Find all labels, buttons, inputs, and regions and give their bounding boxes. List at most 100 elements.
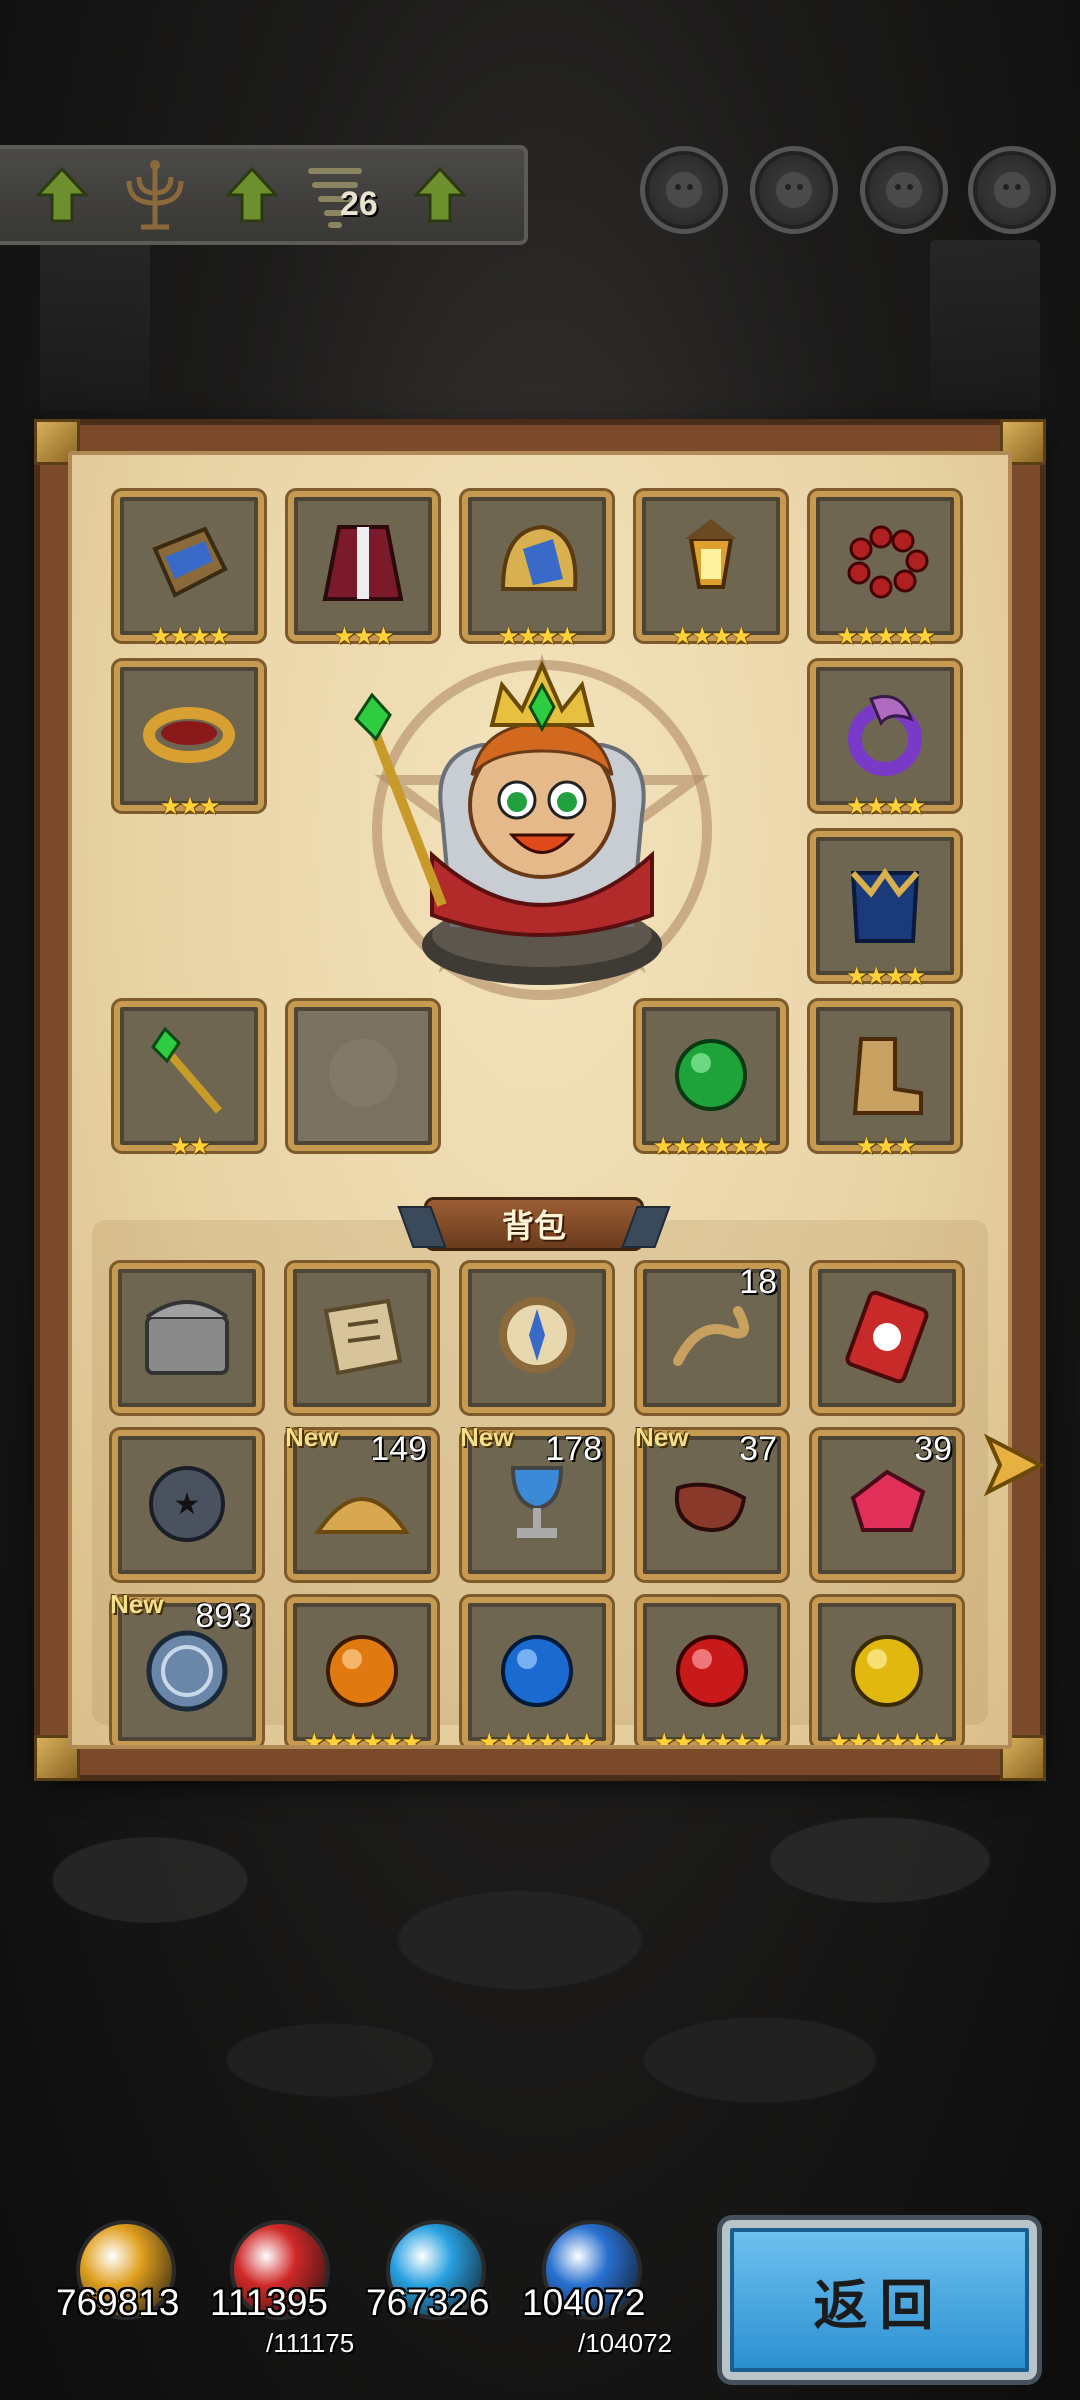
equipment-slot-emerald-scepter[interactable]: ★★ bbox=[114, 1001, 264, 1159]
bag-slot-red-gem[interactable]: ★★★★★★ bbox=[637, 1597, 787, 1749]
item-count: 149 bbox=[370, 1430, 427, 1468]
bag-slot-red-crystal[interactable]: 39 bbox=[812, 1430, 962, 1580]
back-button[interactable]: 返回 bbox=[722, 2220, 1037, 2380]
bag-slot-seed-packet[interactable] bbox=[812, 1263, 962, 1413]
star-rating: ★★★★★★ bbox=[478, 1728, 597, 1749]
energy-max: /104072 bbox=[578, 2328, 672, 2358]
star-rating: ★★ bbox=[169, 1132, 210, 1160]
star-rating: ★★★ bbox=[855, 1132, 917, 1160]
bag-slot-rope[interactable]: 18 bbox=[637, 1263, 787, 1413]
emerald-orb-icon bbox=[657, 1019, 765, 1127]
background-pillar bbox=[930, 240, 1040, 410]
orange-gem-icon bbox=[308, 1615, 416, 1723]
new-badge: New bbox=[460, 1422, 514, 1452]
star-rating: ★★★ bbox=[159, 792, 221, 820]
background-pillar bbox=[40, 240, 150, 410]
bag-slot-blue-gem[interactable]: ★★★★★★ bbox=[462, 1597, 612, 1749]
item-count: 37 bbox=[739, 1430, 777, 1468]
bag-slot-compass[interactable] bbox=[462, 1263, 612, 1413]
health-max: /111175 bbox=[266, 2328, 355, 2358]
gold-value: 769813 bbox=[56, 2282, 180, 2323]
equipment-slot-ring[interactable]: ★★★ bbox=[114, 661, 264, 819]
equipment-slot-helmet[interactable]: ★★★★ bbox=[462, 491, 612, 649]
health-value: 111395 bbox=[210, 2282, 328, 2323]
candelabra-icon[interactable] bbox=[115, 157, 195, 241]
emerald-scepter-icon bbox=[135, 1019, 243, 1127]
star-rating: ★★★★★★ bbox=[653, 1728, 772, 1749]
bead-necklace-icon bbox=[831, 509, 939, 617]
yellow-gem-icon bbox=[833, 1615, 941, 1723]
item-count: 178 bbox=[545, 1430, 602, 1468]
item-count: 39 bbox=[914, 1430, 952, 1468]
star-rating: ★★★★ bbox=[845, 962, 926, 990]
boots-icon bbox=[831, 1019, 939, 1127]
hero-selector-2[interactable] bbox=[750, 146, 838, 234]
star-rating: ★★★★ bbox=[671, 622, 752, 650]
bag-slot-treasure-chest[interactable] bbox=[112, 1263, 262, 1413]
treasure-chest-icon bbox=[133, 1281, 241, 1389]
new-badge: New bbox=[110, 1589, 164, 1619]
empty-slot-icon bbox=[309, 1019, 417, 1127]
bag-slot-chalice[interactable]: New 178 bbox=[460, 1422, 612, 1580]
robe-icon bbox=[309, 509, 417, 617]
currency-mana: 767326 bbox=[366, 2220, 516, 2350]
equipment-slot-bead-necklace[interactable]: ★★★★★ bbox=[810, 491, 960, 649]
bag-slot-star-ball[interactable]: ★ bbox=[112, 1430, 262, 1580]
energy-value: 104072 bbox=[522, 2282, 646, 2323]
equipment-slot-empty-slot[interactable] bbox=[288, 1001, 438, 1151]
star-rating: ★★★★★ bbox=[836, 622, 936, 650]
ring-icon bbox=[135, 679, 243, 787]
bag-title: 背包 bbox=[424, 1197, 644, 1251]
lantern-icon bbox=[657, 509, 765, 617]
star-rating: ★★★ bbox=[333, 622, 395, 650]
currency-health: 111395/111175 bbox=[210, 2220, 360, 2358]
armor-icon bbox=[831, 849, 939, 957]
hero-figure[interactable] bbox=[332, 655, 732, 995]
item-count: 893 bbox=[195, 1597, 252, 1635]
helmet-icon bbox=[483, 509, 591, 617]
blue-gem-icon bbox=[483, 1615, 591, 1723]
mana-value: 767326 bbox=[366, 2282, 490, 2323]
bag-slot-horn-flask[interactable]: New 37 bbox=[635, 1422, 787, 1580]
star-rating: ★★★★ bbox=[845, 792, 926, 820]
item-count: 18 bbox=[739, 1263, 777, 1301]
hero-selector-4[interactable] bbox=[968, 146, 1056, 234]
equipment-panel: ★★★★ ★★★ ★★★★ ★★★★ ★★★★★ ★★★ ★★★★ ★★★★ ★★ ★★★★★★ ★… bbox=[34, 419, 1046, 1781]
stone-floor bbox=[0, 1760, 1080, 2120]
dragon-ring-icon bbox=[831, 679, 939, 787]
old-map-icon bbox=[308, 1281, 416, 1389]
equipment-slot-lantern[interactable]: ★★★★ bbox=[636, 491, 786, 649]
equipment-slot-bracer[interactable]: ★★★★ bbox=[114, 491, 264, 649]
equipment-slot-emerald-orb[interactable]: ★★★★★★ bbox=[636, 1001, 786, 1159]
bag-slot-silver-coin[interactable]: New 893 bbox=[110, 1589, 262, 1745]
parchment-area: ★★★★ ★★★ ★★★★ ★★★★ ★★★★★ ★★★ ★★★★ ★★★★ ★★ ★★★★★★ ★… bbox=[68, 451, 1012, 1749]
hero-selector-1[interactable] bbox=[640, 146, 728, 234]
currency-energy: 104072/104072 bbox=[522, 2220, 672, 2358]
bag-slot-yellow-gem[interactable]: ★★★★★★ bbox=[812, 1597, 962, 1749]
hero-portrait-icon bbox=[776, 172, 812, 208]
star-rating: ★★★★★★ bbox=[652, 1132, 771, 1160]
bracer-icon bbox=[135, 509, 243, 617]
top-stat-bar: 26 bbox=[0, 145, 528, 245]
hero-portrait-icon bbox=[886, 172, 922, 208]
new-badge: New bbox=[635, 1422, 689, 1452]
equipment-slot-boots[interactable]: ★★★ bbox=[810, 1001, 960, 1159]
seed-packet-icon bbox=[833, 1281, 941, 1389]
equipment-slot-robe[interactable]: ★★★ bbox=[288, 491, 438, 649]
new-badge: New bbox=[285, 1422, 339, 1452]
red-gem-icon bbox=[658, 1615, 766, 1723]
bag-slot-old-map[interactable] bbox=[287, 1263, 437, 1413]
star-rating: ★★★★★★ bbox=[303, 1728, 422, 1749]
next-page-arrow[interactable] bbox=[978, 1430, 1048, 1500]
star-rating: ★★★★★★ bbox=[828, 1728, 947, 1749]
level-count: 26 bbox=[340, 185, 378, 223]
currency-gold: 769813 bbox=[56, 2220, 206, 2350]
bag-slot-orange-gem[interactable]: ★★★★★★ bbox=[287, 1597, 437, 1749]
equipment-slot-dragon-ring[interactable]: ★★★★ bbox=[810, 661, 960, 819]
star-rating: ★★★★ bbox=[149, 622, 230, 650]
equipment-slot-armor[interactable]: ★★★★ bbox=[810, 831, 960, 989]
hero-selector-3[interactable] bbox=[860, 146, 948, 234]
hero-portrait-icon bbox=[994, 172, 1030, 208]
star-rating: ★★★★ bbox=[497, 622, 578, 650]
bag-slot-sand-pile[interactable]: New 149 bbox=[285, 1422, 437, 1580]
